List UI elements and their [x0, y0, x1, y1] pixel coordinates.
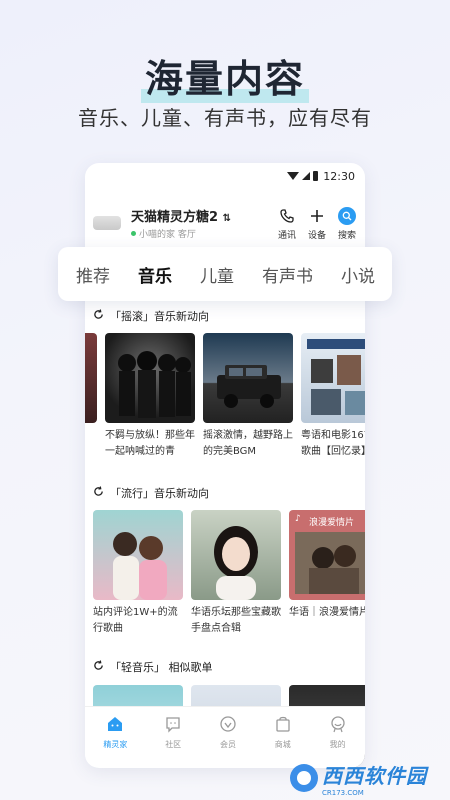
- playlist-card[interactable]: 摇滚激情，越野路上的完美BGM: [203, 333, 293, 460]
- tab-music[interactable]: 音乐: [138, 262, 172, 288]
- device-button[interactable]: 设备: [307, 206, 327, 241]
- call-label: 通讯: [277, 230, 296, 241]
- band-photo: [118, 351, 191, 418]
- playlist-cover-tag: 浪漫爱情片: [309, 518, 355, 528]
- playlist-cover: [93, 510, 183, 600]
- community-icon: [164, 715, 182, 733]
- section-title-light[interactable]: 「轻音乐」 相似歌单: [93, 659, 213, 675]
- watermark-name: 西西软件园: [322, 763, 427, 788]
- refresh-icon[interactable]: [93, 486, 104, 500]
- playlist-cover: [105, 333, 195, 423]
- refresh-icon[interactable]: [93, 660, 104, 674]
- subheadline: 音乐、儿童、有声书，应有尽有: [78, 106, 372, 130]
- watermark-logo-icon: [290, 764, 318, 792]
- playlist-card[interactable]: 站内评论1W+的流行歌曲: [93, 510, 183, 637]
- tab-audiobook[interactable]: 有声书: [262, 262, 313, 287]
- playlist-card[interactable]: [85, 333, 97, 460]
- call-button[interactable]: 通讯: [277, 206, 297, 241]
- status-icons: [287, 171, 319, 181]
- playlist-caption: 摇滚激情，越野路上的完美BGM: [203, 430, 293, 457]
- watermark: 西西软件园 CR173.COM: [290, 762, 442, 797]
- playlist-caption: 站内评论1W+的流行歌曲: [93, 607, 178, 634]
- wifi-icon: [287, 172, 300, 180]
- tab-kids[interactable]: 儿童: [200, 262, 234, 287]
- nav-member[interactable]: 会员: [219, 715, 237, 750]
- music-note-icon: ♪: [295, 514, 301, 524]
- battery-icon: [313, 171, 319, 181]
- section-title-pop[interactable]: 「流行」音乐新动向: [93, 485, 209, 501]
- playlist-card[interactable]: 华语乐坛那些宝藏歌手盘点合辑: [191, 510, 281, 637]
- playlist-cover: [191, 510, 281, 600]
- pop-cards-row: 站内评论1W+的流行歌曲 华语乐坛那些宝藏歌手盘点合辑 浪漫爱情片 ♪ 华语｜浪…: [93, 510, 365, 637]
- nav-shop[interactable]: 商城: [274, 715, 292, 750]
- member-icon: [219, 715, 237, 733]
- device-header: 天猫精灵方糖2 ⇅ 小喵的家 客厅 通讯 设备 搜索: [85, 203, 365, 243]
- refresh-icon[interactable]: [93, 309, 104, 323]
- signal-icon: [302, 172, 311, 180]
- search-label: 搜索: [337, 230, 356, 241]
- switch-device-icon[interactable]: ⇅: [223, 213, 231, 224]
- playlist-caption: 不羁与放纵！那些年一起呐喊过的青: [105, 430, 195, 457]
- singer-photo: [214, 526, 258, 600]
- playlist-cover: 浪漫爱情片 ♪: [289, 510, 365, 600]
- playlist-caption: 粤语和电影167首典歌曲【回忆录】: [301, 430, 365, 457]
- shop-icon: [274, 715, 292, 733]
- headline: 海量内容: [0, 48, 450, 103]
- tab-recommend[interactable]: 推荐: [76, 262, 110, 287]
- search-icon: [338, 206, 356, 225]
- couple-photo: [295, 532, 365, 594]
- home-icon: [106, 715, 124, 733]
- plus-icon: [307, 206, 327, 226]
- top-actions: 通讯 设备 搜索: [277, 206, 365, 241]
- playlist-cover: [301, 333, 365, 423]
- watermark-site: CR173.COM: [322, 788, 364, 797]
- suv-photo: [217, 365, 281, 408]
- playlist-cover: [203, 333, 293, 423]
- headline-text: 海量内容: [140, 48, 309, 103]
- rock-cards-row: 不羁与放纵！那些年一起呐喊过的青 摇滚激情，越野路上的完美BGM 粤语和电影16…: [85, 333, 365, 460]
- status-bar: 12:30: [85, 163, 365, 189]
- playlist-cover: [85, 333, 97, 423]
- couple-photo: [113, 532, 167, 600]
- device-name: 天猫精灵方糖2: [131, 210, 219, 225]
- profile-icon: [329, 715, 347, 733]
- tab-novel[interactable]: 小说: [341, 262, 375, 287]
- device-image[interactable]: [93, 216, 121, 230]
- online-dot-icon: [131, 231, 136, 236]
- category-tabs: 推荐 音乐 儿童 有声书 小说 新闻: [58, 247, 392, 301]
- playlist-caption: 华语｜浪漫爱情片: [289, 607, 365, 618]
- section-title-rock[interactable]: 「摇滚」音乐新动向: [93, 308, 209, 324]
- playlist-caption: 华语乐坛那些宝藏歌手盘点合辑: [191, 607, 281, 634]
- phone-icon: [277, 206, 297, 226]
- playlist-card[interactable]: 粤语和电影167首典歌曲【回忆录】: [301, 333, 365, 460]
- album-collage: [307, 339, 365, 415]
- device-label: 设备: [307, 230, 326, 241]
- playlist-card[interactable]: 浪漫爱情片 ♪ 华语｜浪漫爱情片: [289, 510, 365, 637]
- playlist-card[interactable]: 不羁与放纵！那些年一起呐喊过的青: [105, 333, 195, 460]
- device-info[interactable]: 天猫精灵方糖2 ⇅ 小喵的家 客厅: [131, 206, 277, 240]
- status-time: 12:30: [323, 169, 355, 183]
- nav-community[interactable]: 社区: [164, 715, 182, 750]
- nav-home[interactable]: 精灵家: [103, 715, 127, 750]
- device-location: 小喵的家 客厅: [139, 230, 196, 240]
- nav-profile[interactable]: 我的: [329, 715, 347, 750]
- search-button[interactable]: 搜索: [337, 206, 357, 241]
